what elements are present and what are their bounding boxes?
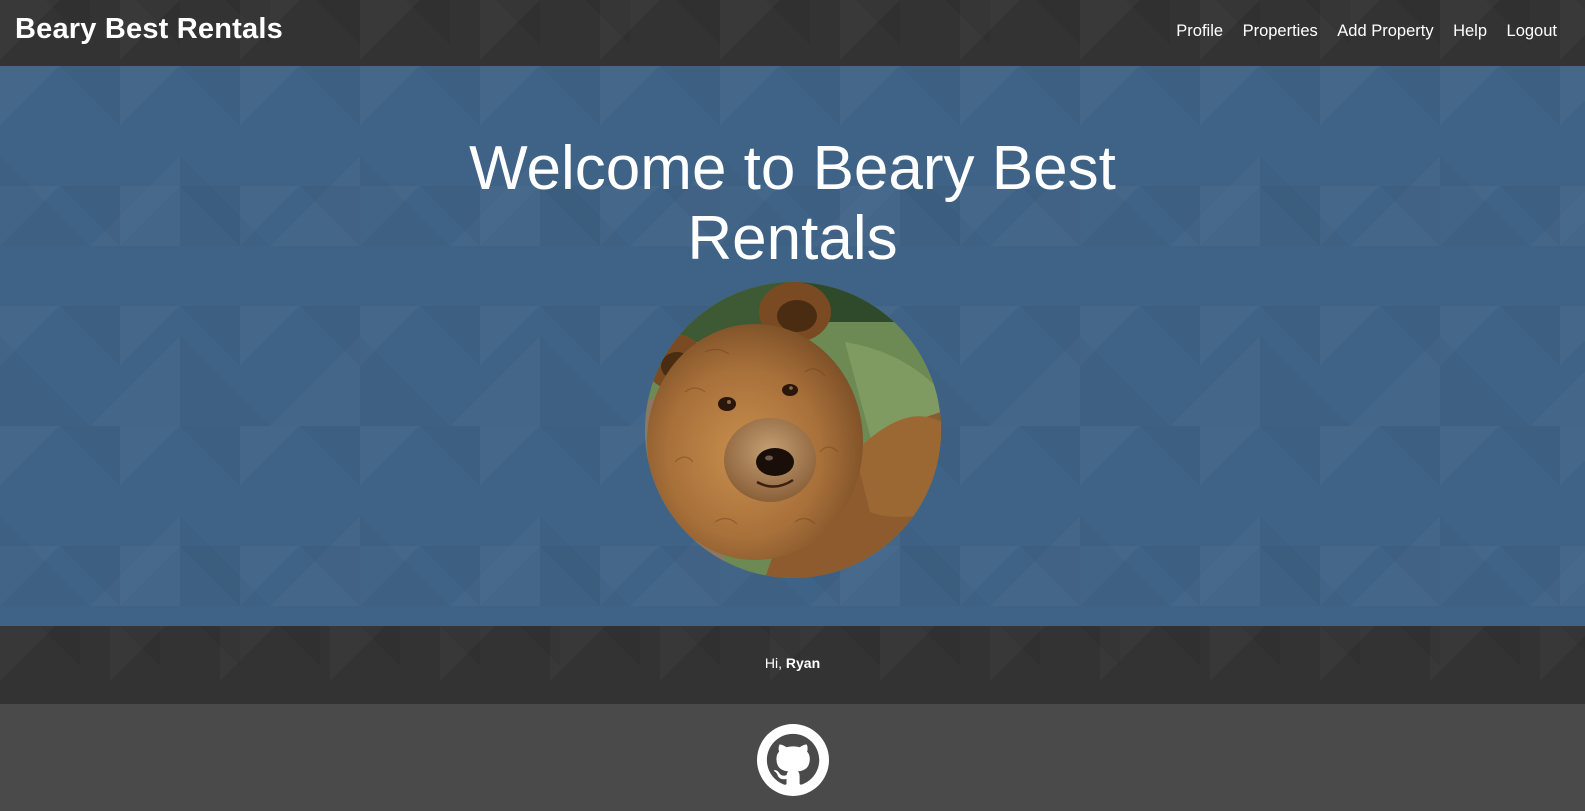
nav-properties-link[interactable]: Properties bbox=[1243, 22, 1318, 41]
hero-title: Welcome to Beary Best Rentals bbox=[0, 134, 1585, 274]
greeting-username: Ryan bbox=[785, 655, 821, 671]
nav-help-link[interactable]: Help bbox=[1453, 22, 1487, 41]
greeting-prefix: Hi, bbox=[764, 655, 782, 671]
hero-title-line1: Welcome to Beary Best bbox=[469, 134, 1116, 203]
greeting-bar: Hi, Ryan bbox=[0, 626, 1585, 704]
hero-title-line2: Rentals bbox=[687, 204, 898, 273]
navbar: Beary Best Rentals Profile Properties Ad… bbox=[0, 0, 1585, 66]
brand-link[interactable]: Beary Best Rentals bbox=[15, 13, 283, 46]
footer bbox=[0, 704, 1585, 811]
greeting-text: Hi, Ryan bbox=[0, 655, 1585, 671]
bear-photo bbox=[645, 282, 941, 578]
nav-logout-link[interactable]: Logout bbox=[1507, 22, 1557, 41]
nav-add-property-link[interactable]: Add Property bbox=[1337, 22, 1433, 41]
nav-profile-link[interactable]: Profile bbox=[1176, 22, 1223, 41]
nav-links: Profile Properties Add Property Help Log… bbox=[1157, 22, 1557, 41]
hero-section: Welcome to Beary Best Rentals bbox=[0, 66, 1585, 626]
github-icon[interactable] bbox=[757, 724, 829, 796]
